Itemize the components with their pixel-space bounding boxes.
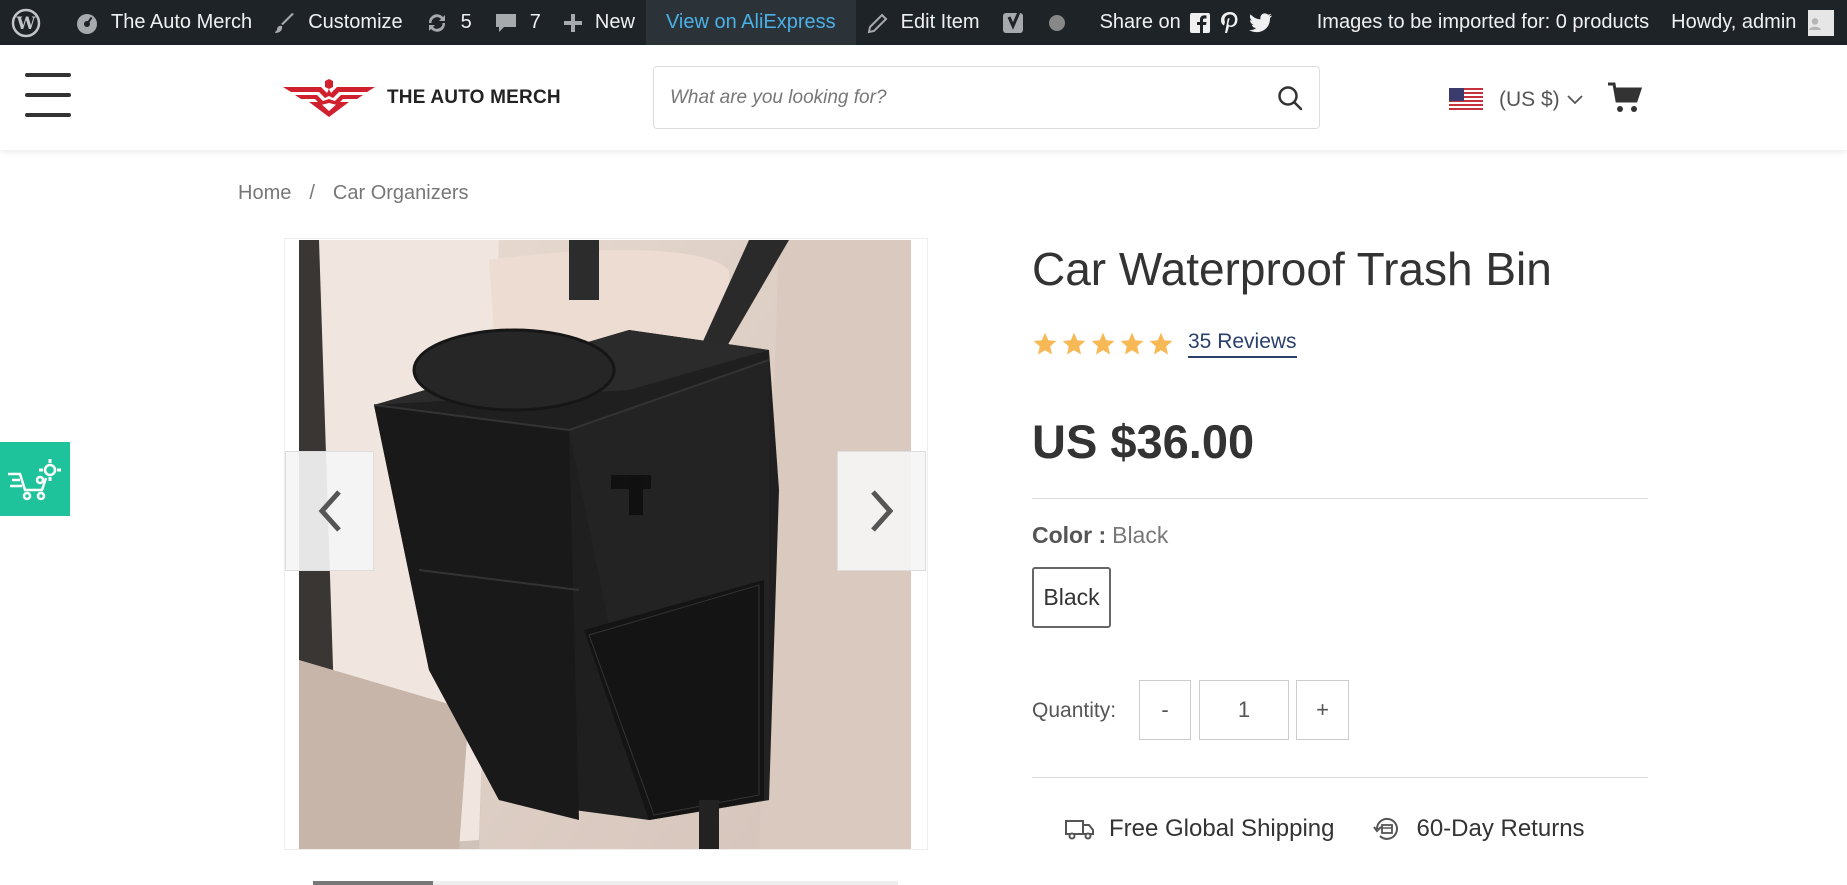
share-on-label: Share on xyxy=(1099,11,1181,33)
user-avatar-icon xyxy=(1809,17,1822,30)
share-on-menu[interactable]: Share on xyxy=(1089,0,1296,45)
wings-logo-icon xyxy=(283,79,375,117)
star-icon xyxy=(1120,332,1144,355)
facebook-icon[interactable] xyxy=(1189,12,1211,34)
gallery-progress-bar[interactable] xyxy=(313,881,898,885)
color-swatch-black[interactable]: Black xyxy=(1032,567,1111,628)
search-bar xyxy=(653,66,1320,129)
site-name-link[interactable]: The Auto Merch xyxy=(64,0,263,45)
star-icon xyxy=(1149,332,1173,355)
breadcrumb-separator: / xyxy=(309,182,315,204)
status-dot-icon xyxy=(1048,14,1065,31)
quantity-increase-button[interactable]: + xyxy=(1296,680,1349,740)
hamburger-line xyxy=(25,93,71,97)
edit-item-label: Edit Item xyxy=(900,11,980,33)
new-content-link[interactable]: New xyxy=(552,0,646,45)
quantity-input[interactable]: 1 xyxy=(1199,680,1289,740)
refresh-icon xyxy=(428,13,445,32)
edit-item-link[interactable]: Edit Item xyxy=(856,0,991,45)
product-features: Free Global Shipping 60-Day Returns xyxy=(1065,814,1623,844)
breadcrumb-home[interactable]: Home xyxy=(238,182,291,205)
breadcrumb: Home / Car Organizers xyxy=(238,182,469,205)
import-status[interactable]: Images to be imported for: 0 products xyxy=(1306,0,1660,45)
feature-returns-label: 60-Day Returns xyxy=(1416,815,1585,842)
my-account-menu[interactable]: Howdy, admin xyxy=(1660,0,1847,45)
search-input[interactable] xyxy=(670,86,1277,109)
feature-shipping: Free Global Shipping xyxy=(1065,815,1334,843)
new-label: New xyxy=(594,11,635,33)
feature-returns: 60-Day Returns xyxy=(1372,814,1585,844)
star-icon xyxy=(1033,332,1057,355)
product-rating: 35 Reviews xyxy=(1032,330,1297,358)
product-gallery xyxy=(284,238,928,850)
trash-bin-photo xyxy=(299,240,911,849)
returns-icon xyxy=(1373,817,1399,840)
updates-count: 5 xyxy=(460,11,472,33)
product-image[interactable] xyxy=(299,240,911,849)
divider xyxy=(1032,777,1648,778)
hamburger-line xyxy=(25,73,71,77)
product-title: Car Waterproof Trash Bin xyxy=(1032,243,1552,295)
star-rating xyxy=(1032,331,1174,357)
menu-toggle-button[interactable] xyxy=(25,73,71,117)
avatar xyxy=(1808,9,1835,36)
site-logo[interactable]: THE AUTO MERCH xyxy=(283,79,561,117)
customize-label: Customize xyxy=(308,11,403,33)
logo-text: THE AUTO MERCH xyxy=(387,87,561,108)
comments-count: 7 xyxy=(529,11,541,33)
search-icon[interactable] xyxy=(1277,85,1303,111)
shopping-cart-icon xyxy=(1608,82,1643,112)
side-widget-button[interactable] xyxy=(0,442,70,516)
cart-button[interactable] xyxy=(1608,82,1643,119)
color-selector-label: Color : Black xyxy=(1032,522,1168,549)
pencil-icon xyxy=(867,13,888,33)
site-header: THE AUTO MERCH (US $) xyxy=(0,45,1847,150)
chevron-down-icon xyxy=(1567,95,1583,105)
chevron-right-icon xyxy=(870,490,893,532)
cart-settings-icon xyxy=(8,459,61,501)
view-on-aliexpress-label: View on AliExpress xyxy=(665,11,836,33)
comment-icon xyxy=(495,13,516,32)
howdy-label: Howdy, admin xyxy=(1671,11,1797,33)
gallery-progress-indicator xyxy=(313,881,433,885)
svg-text:W: W xyxy=(15,14,36,34)
import-status-label: Images to be imported for: 0 products xyxy=(1316,11,1650,33)
quantity-label: Quantity: xyxy=(1032,699,1117,722)
yoast-icon xyxy=(1002,10,1023,33)
comments-link[interactable]: 7 xyxy=(483,0,552,45)
yoast-seo-menu[interactable] xyxy=(991,0,1089,45)
gallery-next-button[interactable] xyxy=(837,451,926,571)
view-on-aliexpress-link[interactable]: View on AliExpress xyxy=(645,0,856,45)
us-flag-icon xyxy=(1449,88,1483,112)
color-label: Color : xyxy=(1032,522,1107,548)
color-value: Black xyxy=(1112,522,1169,548)
admin-bar: W The Auto Merch Customize 5 7 New View … xyxy=(0,0,1847,45)
gallery-prev-button[interactable] xyxy=(285,451,374,571)
truck-icon xyxy=(1065,820,1094,840)
paintbrush-icon xyxy=(275,12,295,33)
star-icon xyxy=(1062,332,1086,355)
twitter-icon[interactable] xyxy=(1248,12,1273,33)
feature-shipping-label: Free Global Shipping xyxy=(1109,815,1335,842)
quantity-decrease-button[interactable]: - xyxy=(1139,680,1191,740)
updates-link[interactable]: 5 xyxy=(414,0,483,45)
hamburger-line xyxy=(25,113,71,117)
product-price: US $36.00 xyxy=(1032,415,1255,468)
divider xyxy=(1032,498,1648,499)
currency-switcher[interactable]: (US $) xyxy=(1449,88,1584,112)
reviews-link[interactable]: 35 Reviews xyxy=(1188,330,1297,358)
currency-label: (US $) xyxy=(1499,88,1560,111)
dashboard-icon xyxy=(77,13,97,34)
star-icon xyxy=(1091,332,1115,355)
pinterest-icon[interactable] xyxy=(1219,11,1241,35)
breadcrumb-category[interactable]: Car Organizers xyxy=(333,182,469,205)
plus-icon xyxy=(563,13,582,32)
chevron-left-icon xyxy=(318,490,341,532)
customize-link[interactable]: Customize xyxy=(263,0,413,45)
wordpress-logo-icon[interactable]: W xyxy=(0,0,64,45)
site-name-label: The Auto Merch xyxy=(111,11,253,33)
